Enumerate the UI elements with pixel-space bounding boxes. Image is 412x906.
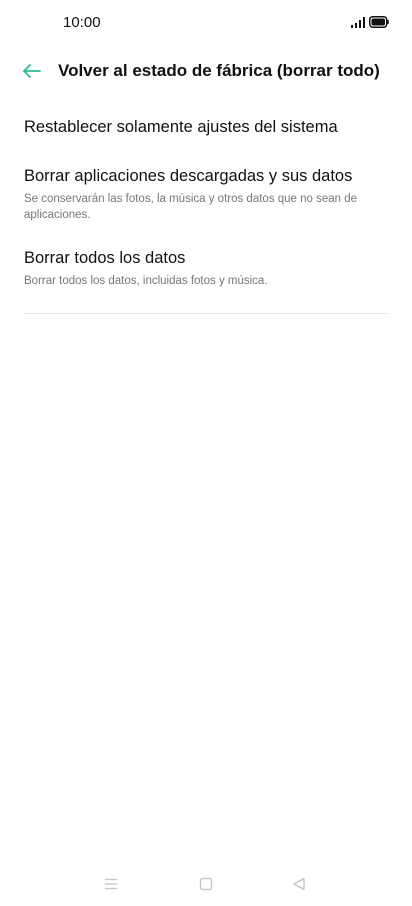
page-title: Volver al estado de fábrica (borrar todo… <box>58 61 380 80</box>
option-erase-all-data[interactable]: Borrar todos los datos Borrar todos los … <box>0 238 412 298</box>
app-header: Volver al estado de fábrica (borrar todo… <box>0 50 412 92</box>
status-bar: 10:00 <box>0 0 412 46</box>
option-title: Borrar aplicaciones descargadas y sus da… <box>24 167 353 185</box>
back-triangle-icon <box>293 877 305 891</box>
option-description: Borrar todos los datos, incluidas fotos … <box>24 275 268 287</box>
menu-icon <box>105 878 117 890</box>
option-reset-system-settings[interactable]: Restablecer solamente ajustes del sistem… <box>0 106 412 150</box>
signal-icon <box>351 17 365 28</box>
navigation-bar <box>0 866 412 906</box>
arrow-left-icon <box>23 64 41 78</box>
back-button[interactable] <box>18 58 46 84</box>
home-button[interactable] <box>194 874 218 894</box>
status-time: 10:00 <box>63 14 101 31</box>
option-erase-downloaded-apps[interactable]: Borrar aplicaciones descargadas y sus da… <box>0 156 412 228</box>
option-description: Se conservarán las fotos, la música y ot… <box>24 193 358 221</box>
home-icon <box>199 877 213 891</box>
option-title: Restablecer solamente ajustes del sistem… <box>24 118 338 136</box>
back-nav-button[interactable] <box>287 874 311 894</box>
option-title: Borrar todos los datos <box>24 249 186 267</box>
divider <box>24 313 388 314</box>
menu-button[interactable] <box>99 874 123 894</box>
battery-icon <box>369 16 389 28</box>
